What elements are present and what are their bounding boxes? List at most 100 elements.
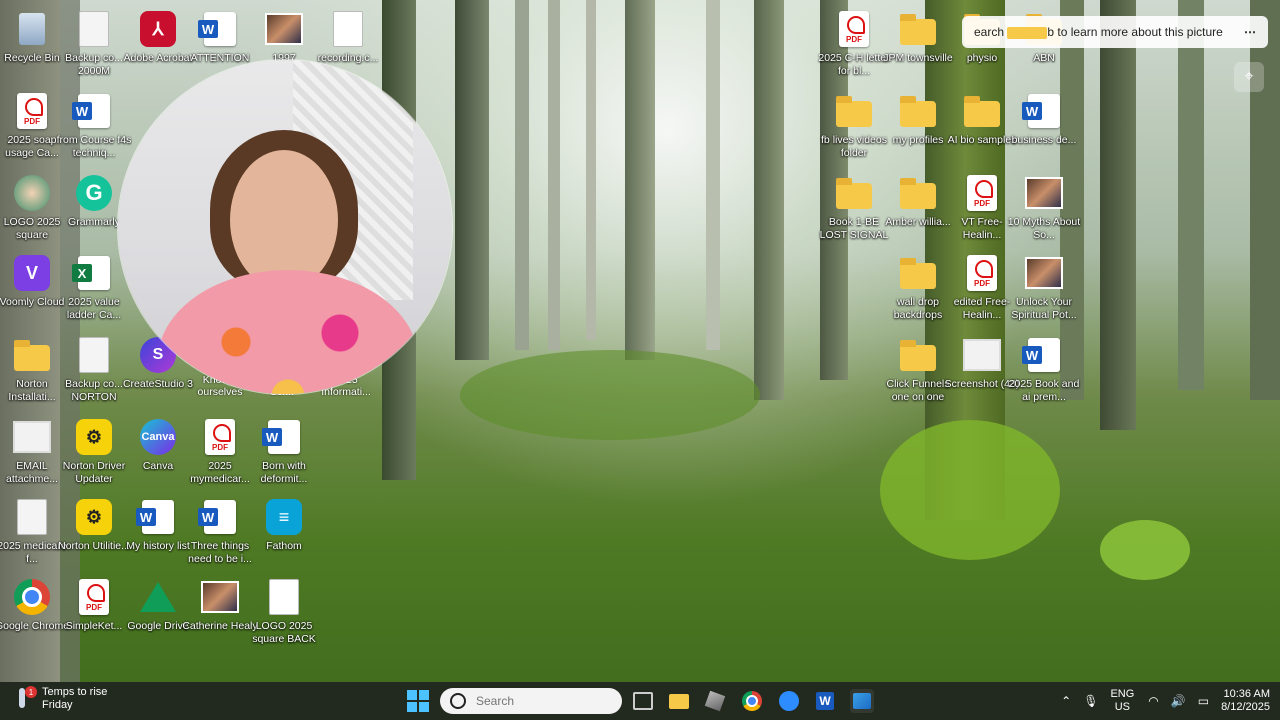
thermometer-icon: 1 [14,686,37,712]
document-icon [75,336,113,374]
desktop-file-icon[interactable]: LOGO 2025 square BACK [248,574,320,654]
word-icon: W [262,418,303,456]
weather-widget[interactable]: 1 Temps to rise Friday [14,686,107,712]
desktop-folder-icon[interactable]: my profiles [882,88,954,168]
battery-icon[interactable]: ▭ [1198,694,1209,708]
moss-patch [880,420,1060,560]
icon-label: Fathom [266,540,302,552]
tree-trunk [548,0,560,350]
desktop-file-icon[interactable]: W Born with deformit... [248,414,320,494]
desktop-file-icon[interactable]: Backup co... 2000M [58,6,130,86]
photo-icon [1025,174,1063,212]
word-icon: W [1022,92,1063,130]
desktop-file-icon[interactable]: W Three things need to be i... [184,494,256,574]
tree-trunk [706,0,720,350]
icon-label: 2025 Book and ai prem... [1008,378,1080,403]
desktop-file-icon[interactable]: 2025 C-H letter for bl... [818,6,890,86]
google-drive-icon [139,578,177,616]
task-view-icon[interactable] [631,689,655,713]
wifi-icon[interactable]: ◠ [1148,694,1158,708]
taskbar: 1 Temps to rise Friday W ⌃ 🎙 ENG US ◠ 🔊 … [0,682,1280,720]
photos-taskbar-icon[interactable] [850,689,874,713]
taskbar-search[interactable] [440,688,622,714]
word-icon: W [72,92,113,130]
moss-patch [1100,520,1190,580]
visual-search-text: earch b to learn more about this picture [974,25,1223,39]
pdf-icon [835,10,873,48]
desktop-file-icon[interactable]: 10 Myths About So... [1008,170,1080,250]
icon-label: 2025 value ladder Ca... [66,296,122,321]
person-face [230,150,338,290]
desktop-file-icon[interactable]: W from Course f4s techniq... [57,88,131,168]
canva-icon: Canva [139,418,177,456]
desktop-folder-icon[interactable]: fb lives videos folder [818,88,890,168]
clock[interactable]: 10:36 AM 8/12/2025 [1221,688,1270,714]
weather-headline: Temps to rise [42,686,108,698]
recycle-bin-icon-image [13,10,51,48]
snipping-tool-icon[interactable] [703,689,727,713]
desktop-file-icon[interactable]: X 2025 value ladder Ca... [58,250,130,330]
photo-icon [201,578,239,616]
start-button[interactable] [407,690,429,712]
norton-driver-updater-shortcut[interactable]: ⚙ Norton Driver Updater [58,414,130,494]
desktop-file-icon[interactable]: Unlock Your Spiritual Pot... [1008,250,1080,330]
tree-trunk [754,0,784,400]
desktop-file-icon[interactable]: Backup co... NORTON [58,332,130,412]
grammarly-icon: G [75,174,113,212]
pdf-icon [201,418,239,456]
fathom-shortcut[interactable]: ≡ Fathom [248,494,320,574]
tree-trunk [625,0,655,360]
webcam-overlay[interactable] [118,60,452,394]
folder-icon [835,92,873,130]
icon-label: ABN [1033,52,1055,64]
folder-icon [899,336,937,374]
language-code: ENG [1110,688,1135,700]
desktop-folder-icon[interactable]: Click Funnels one on one [882,332,954,412]
file-explorer-icon[interactable] [667,689,691,713]
folder-icon [899,254,937,292]
photo-icon [265,10,303,48]
desktop-folder-icon[interactable]: JPM townsville [882,6,954,86]
tree-trunk [1250,0,1280,400]
photo-icon [13,174,51,212]
image-file-icon [13,418,51,456]
icon-label: LOGO 2025 square BACK [252,620,316,645]
desktop-file-icon[interactable]: W business de... [1008,88,1080,168]
search-input[interactable] [474,693,618,709]
volume-icon[interactable]: 🔊 [1171,694,1186,708]
microphone-icon[interactable]: 🎙 [1083,694,1098,708]
tree-trunk [586,0,596,340]
norton-icon: ⚙ [75,498,113,536]
moss-patch [460,350,760,440]
icon-label: business de... [1011,134,1077,146]
region-code: US [1114,701,1130,713]
word-taskbar-icon[interactable]: W [813,689,837,713]
document-icon [13,498,51,536]
search-icon [450,693,466,709]
chevron-up-icon[interactable]: ⌃ [1061,694,1071,708]
visual-search-bar[interactable]: earch b to learn more about this picture… [962,16,1268,48]
norton-utilities-shortcut[interactable]: ⚙ Norton Utilitie... [58,494,130,574]
pdf-icon [13,92,51,130]
chrome-taskbar-icon[interactable] [740,689,764,713]
desktop-file-icon[interactable]: W 2025 Book and ai prem... [1008,332,1080,412]
folder-icon [13,336,51,374]
word-icon: W [1022,336,1063,374]
acrobat-icon: ⅄ [139,10,177,48]
system-tray: ⌃ 🎙 ENG US ◠ 🔊 ▭ 10:36 AM 8/12/2025 [1061,682,1270,720]
folder-icon [899,10,937,48]
language-indicator[interactable]: ENG US [1110,688,1134,714]
folder-icon [835,174,873,212]
desktop-folder-icon[interactable]: Book 1-BE LOST SIGNAL [818,170,890,250]
more-options-icon[interactable]: ⋯ [1244,25,1256,39]
visual-search-lens-icon[interactable]: ⌖ [1234,62,1264,92]
tree-trunk [455,0,489,360]
word-icon: W [136,498,177,536]
norton-icon: ⚙ [75,418,113,456]
folder-icon [899,92,937,130]
desktop-file-icon[interactable]: SimpleKet... [58,574,130,654]
tree-trunk [1178,0,1204,390]
zoom-icon[interactable] [777,689,801,713]
photo-icon [1025,254,1063,292]
icon-label: Unlock Your Spiritual Pot... [1011,296,1077,321]
